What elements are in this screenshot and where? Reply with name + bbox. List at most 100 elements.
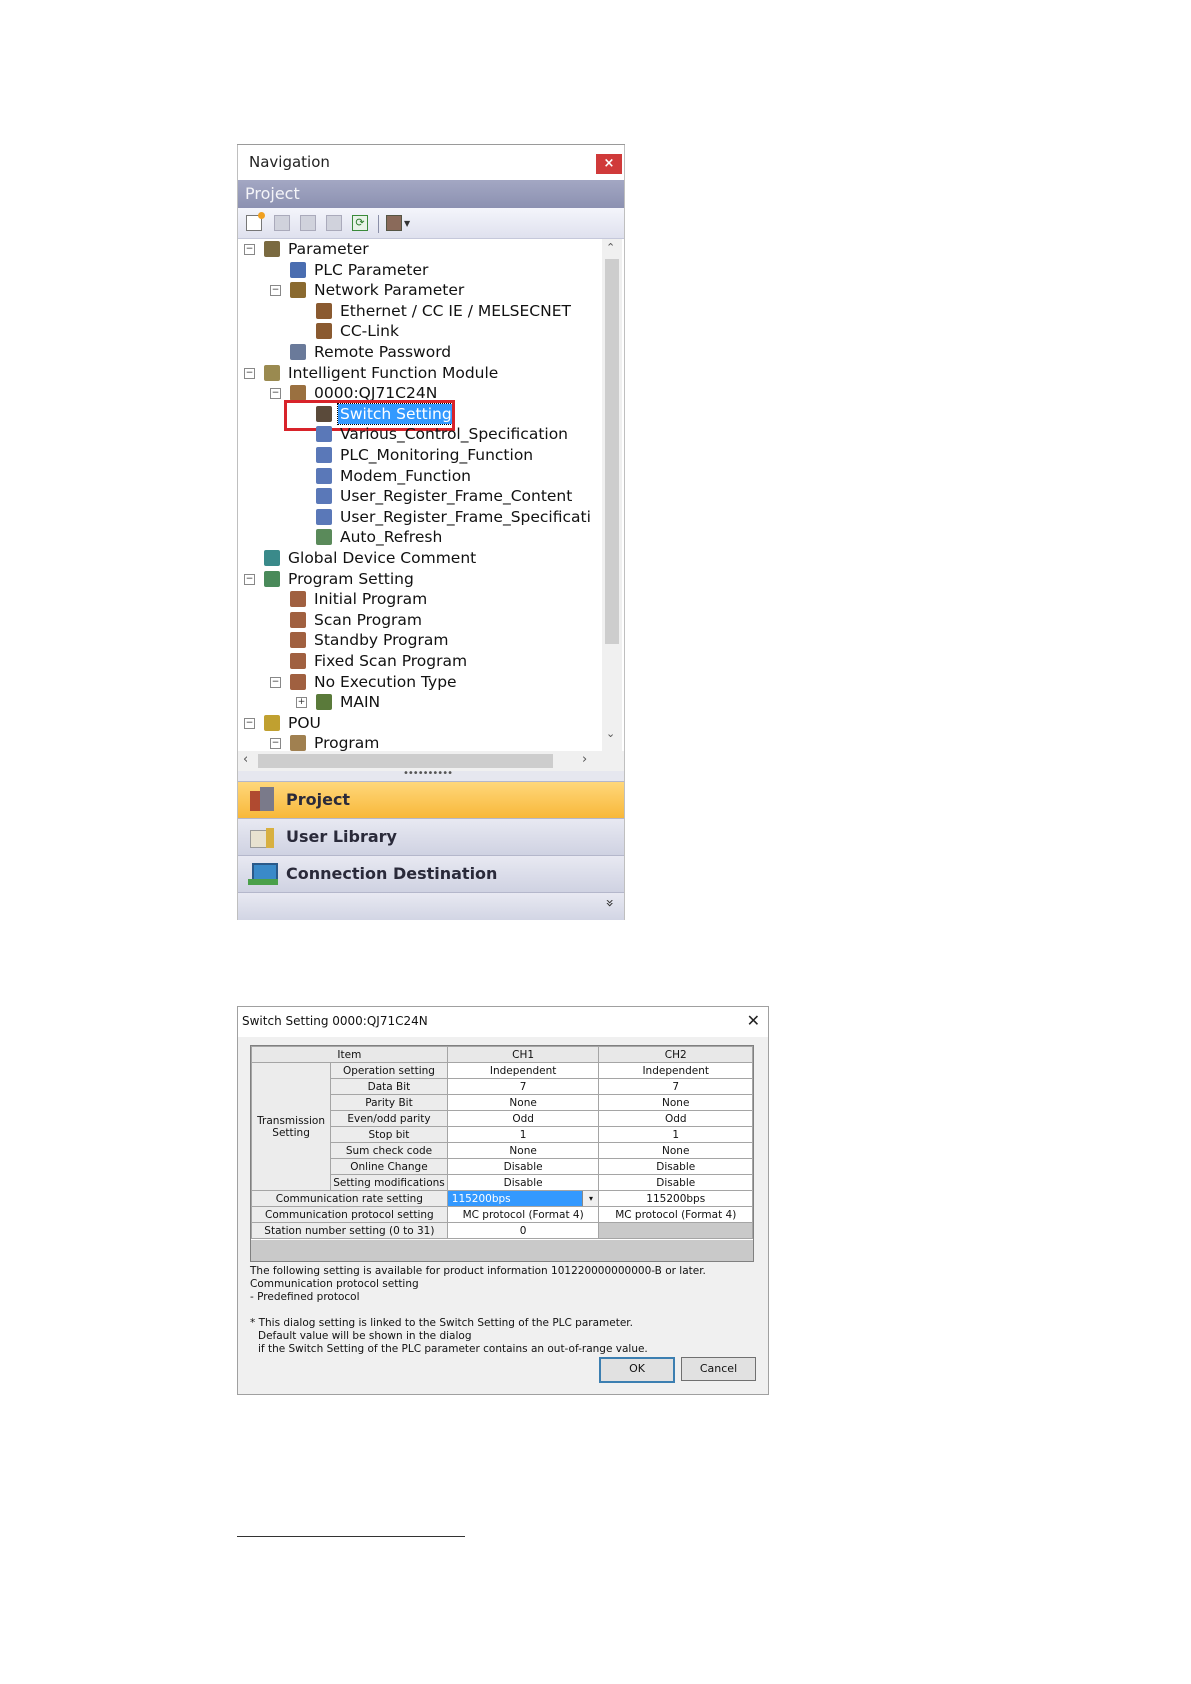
ch2-value-cell[interactable]: 115200bps (598, 1190, 753, 1207)
collapse-icon[interactable]: − (270, 388, 281, 400)
row-item-label: Parity Bit (330, 1094, 448, 1111)
ch1-value-cell[interactable]: 1 (446, 1126, 600, 1143)
group-label-line: Transmission (257, 1114, 326, 1127)
collapse-icon[interactable]: − (244, 717, 255, 729)
navigation-title: Navigation (249, 153, 330, 171)
tree-node-label: CC-Link (340, 322, 399, 341)
info-note-line: - Predefined protocol (250, 1291, 360, 1303)
user-library-button[interactable]: User Library (238, 818, 624, 855)
tree-node-label: Scan Program (314, 610, 423, 629)
navigation-footer: » (238, 892, 624, 920)
collapse-icon[interactable]: − (270, 285, 281, 297)
connection-destination-button[interactable]: Connection Destination (238, 855, 624, 892)
expand-chevron-icon[interactable]: » (602, 899, 618, 908)
dialog-title: Switch Setting 0000:QJ71C24N (242, 1014, 428, 1028)
table-row: Transmission Setting Operation setting Inde… (250, 1062, 753, 1191)
row-item-label: Communication protocol setting (251, 1206, 448, 1223)
horizontal-scroll-thumb[interactable] (258, 754, 553, 768)
navigation-panel: Navigation × Project ⟳ ▼ Parameter − PLC P… (237, 144, 625, 920)
ch2-value-cell[interactable]: Disable (598, 1174, 753, 1191)
row-item-label: Station number setting (0 to 31) (251, 1222, 448, 1239)
user-library-label: User Library (286, 827, 397, 846)
cancel-button[interactable]: Cancel (681, 1357, 756, 1381)
close-icon[interactable]: × (596, 154, 622, 174)
tree-node-label: Ethernet / CC IE / MELSECNET (340, 301, 571, 320)
global-comment-icon (264, 550, 280, 566)
collapse-icon[interactable]: − (244, 573, 255, 585)
ch2-value-cell[interactable]: None (598, 1142, 753, 1159)
ethernet-icon (316, 302, 332, 319)
plc-parameter-icon (290, 261, 306, 278)
tree-node-label: Fixed Scan Program (314, 652, 468, 670)
connection-destination-icon (248, 861, 278, 887)
dialog-close-icon[interactable]: ✕ (747, 1011, 760, 1030)
property-icon[interactable] (326, 215, 342, 231)
ch1-value-cell[interactable]: Independent (446, 1062, 600, 1079)
ch2-value-cell[interactable]: Odd (598, 1110, 753, 1127)
tree-node-label: Modem_Function (340, 466, 472, 485)
tree-node-label: PLC_Monitoring_Function (340, 446, 534, 464)
setting-icon (316, 467, 332, 484)
group-label-line: Setting (272, 1126, 310, 1139)
expand-icon[interactable]: + (296, 697, 307, 709)
switch-setting-table: Item CH1 CH2 Transmission Setting Operatio… (250, 1046, 753, 1239)
scroll-right-icon[interactable]: › (582, 752, 587, 767)
project-section-header: Project (238, 180, 624, 208)
vertical-scroll-thumb[interactable] (605, 259, 619, 644)
disabled-cell (598, 1222, 753, 1239)
scroll-left-icon[interactable]: ‹ (243, 752, 248, 767)
ch1-value-cell[interactable]: Odd (446, 1110, 600, 1127)
collapse-icon[interactable]: − (244, 367, 255, 379)
tree-node-label: Intelligent Function Module (288, 363, 499, 382)
collapse-icon[interactable]: − (244, 244, 255, 255)
collapse-icon[interactable]: − (270, 676, 281, 688)
remote-password-icon (290, 344, 306, 360)
program-icon (290, 591, 306, 608)
project-view-button[interactable]: Project (238, 781, 624, 818)
ch2-value-cell[interactable]: 1 (598, 1126, 753, 1143)
paste-icon[interactable] (300, 215, 316, 231)
tree-node-label: Auto_Refresh (340, 528, 443, 547)
network-parameter-icon (290, 282, 306, 299)
switch-setting-table-frame: Item CH1 CH2 Transmission Setting Operatio… (250, 1045, 754, 1262)
refresh-icon[interactable]: ⟳ (352, 215, 368, 231)
collapse-icon[interactable]: − (270, 738, 281, 750)
scroll-down-icon[interactable]: ⌄ (606, 727, 615, 740)
row-item-label: Setting modifications (330, 1174, 448, 1191)
ok-button[interactable]: OK (599, 1357, 675, 1383)
display-options-icon[interactable]: ▼ (386, 215, 412, 231)
ch1-value-cell[interactable]: None (446, 1142, 600, 1159)
tree-node-label: Global Device Comment (288, 549, 477, 567)
program-setting-icon (264, 570, 280, 587)
row-item-label: Operation setting (330, 1062, 448, 1079)
ch1-value-cell[interactable]: 0 (446, 1222, 600, 1239)
ch1-value-cell[interactable]: MC protocol (Format 4) (446, 1206, 600, 1223)
switch-setting-dialog: Switch Setting 0000:QJ71C24N ✕ Item CH1 … (237, 1006, 769, 1395)
copy-icon[interactable] (274, 215, 290, 231)
communication-rate-dropdown[interactable]: 115200bps ▾ (446, 1190, 600, 1207)
scroll-up-icon[interactable]: ⌃ (606, 241, 615, 254)
splitter-grip[interactable]: •••••••••• (238, 768, 624, 781)
new-data-icon[interactable] (246, 212, 265, 231)
link-note-line: * This dialog setting is linked to the S… (250, 1317, 633, 1329)
ch2-value-cell[interactable]: MC protocol (Format 4) (598, 1206, 753, 1223)
project-view-label: Project (286, 790, 351, 809)
cc-link-icon (316, 323, 332, 340)
table-row: Station number setting (0 to 31) 0 (251, 1222, 753, 1239)
program-icon (290, 653, 306, 669)
ch1-value-cell[interactable]: Disable (446, 1174, 600, 1191)
ch2-value-cell[interactable]: 7 (598, 1078, 753, 1095)
program-icon (290, 673, 306, 690)
ch2-value-cell[interactable]: None (598, 1094, 753, 1111)
footnote-separator (237, 1536, 465, 1537)
ch2-value-cell[interactable]: Independent (598, 1062, 753, 1079)
program-icon (290, 632, 306, 649)
ch1-value-cell[interactable]: 7 (446, 1078, 600, 1095)
info-note-line: Communication protocol setting (250, 1278, 419, 1290)
chevron-down-icon[interactable]: ▾ (582, 1191, 599, 1206)
ch2-value-cell[interactable]: Disable (598, 1158, 753, 1175)
ch1-value-cell[interactable]: None (446, 1094, 600, 1111)
program-icon (290, 611, 306, 628)
ch1-value-cell[interactable]: Disable (446, 1158, 600, 1175)
tree-node-label: Remote Password (314, 343, 452, 361)
